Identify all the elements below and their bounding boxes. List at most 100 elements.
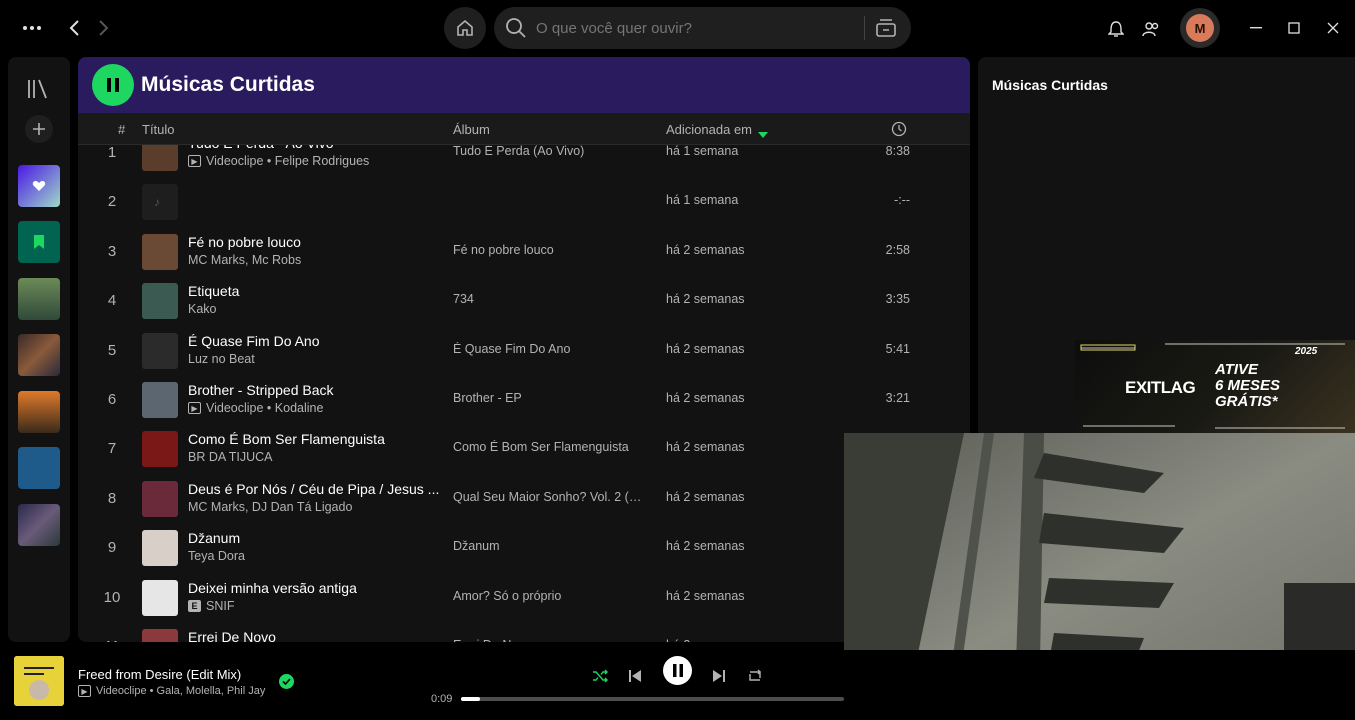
track-cover [142, 233, 178, 270]
playlist-cover-2[interactable] [18, 334, 60, 376]
track-number: 7 [107, 440, 117, 458]
track-artist[interactable]: E SNIF [188, 599, 234, 613]
column-added[interactable]: Adicionada em [666, 122, 752, 137]
track-row[interactable]: 3 Fé no pobre louco MC Marks, Mc Robs Fé no… [78, 227, 970, 276]
track-duration: 3:21 [885, 391, 910, 405]
track-added-date: há 2 semanas [666, 440, 745, 455]
track-album[interactable]: Amor? Só o próprio [453, 589, 649, 603]
browse-icon[interactable] [874, 16, 898, 40]
profile-button[interactable]: M [1180, 8, 1220, 48]
column-title[interactable]: Título [142, 122, 175, 137]
shuffle-icon[interactable] [584, 660, 616, 692]
track-row[interactable]: 5É Quase Fim Do Ano Luz no Beat É Quase Fi… [78, 326, 970, 375]
track-cover [142, 480, 178, 517]
library-icon[interactable] [26, 77, 50, 101]
track-number: 5 [107, 341, 117, 359]
home-button[interactable] [444, 7, 486, 49]
track-artist[interactable]: BR DA TIJUCA [188, 450, 273, 464]
liked-check-icon[interactable] [279, 674, 294, 689]
track-number: 4 [107, 292, 117, 310]
track-row[interactable]: 9 Džanum Teya Dora Džanum há 2 semanas [78, 523, 970, 572]
track-added-date: há 1 semana [666, 145, 739, 158]
track-artist-label: SNIF [206, 598, 235, 613]
forward-icon[interactable] [92, 16, 116, 40]
track-row[interactable]: 2 há 1 semana -:-- ♪ [78, 177, 970, 226]
track-cover [142, 579, 178, 616]
video-icon: ▶ [188, 155, 201, 167]
back-icon[interactable] [62, 16, 86, 40]
track-row[interactable]: 7 Como É Bom Ser Flamenguista BR DA TIJUCA… [78, 424, 970, 473]
track-cover [142, 382, 178, 418]
now-playing-artist[interactable]: ▶ Videoclipe • Gala, Molella, Phil Jay [78, 685, 265, 697]
sort-desc-icon[interactable] [758, 126, 768, 141]
track-number: 2 [107, 193, 117, 211]
track-cover [142, 145, 178, 171]
tracklist-header: # Título Álbum Adicionada em [78, 113, 970, 145]
track-artist[interactable]: MC Marks, Mc Robs [188, 253, 301, 267]
repeat-icon[interactable] [739, 660, 771, 692]
track-album[interactable]: Qual Seu Maior Sonho? Vol. 2 (Ao ... [453, 490, 649, 504]
notifications-icon[interactable] [1105, 18, 1127, 40]
ad-line-2: 6 MESES [1215, 377, 1281, 394]
track-album[interactable]: 734 [453, 292, 649, 306]
track-row[interactable]: 8 Deus é Por Nós / Céu de Pipa / Jesus ..… [78, 474, 970, 523]
progress-bar[interactable] [461, 697, 844, 701]
playlist-cover-4[interactable] [18, 447, 60, 489]
now-playing-title[interactable]: Freed from Desire (Edit Mix) [78, 667, 241, 682]
track-row[interactable]: 6 Brother - Stripped Back ▶ Videoclipe • Ko… [78, 375, 970, 424]
track-cover [142, 283, 178, 320]
previous-icon[interactable] [619, 660, 651, 692]
track-album[interactable]: Brother - EP [453, 391, 649, 405]
play-pause-button[interactable] [92, 64, 134, 106]
search-divider [864, 16, 865, 40]
search-icon [504, 16, 528, 40]
play-pause-control[interactable] [663, 656, 692, 685]
track-added-date: há 2 semanas [666, 638, 745, 642]
search-input[interactable] [536, 17, 856, 39]
track-added-date: há 2 semanas [666, 489, 745, 504]
track-row[interactable]: 11Errei De NovoErrei De Novohá 2 semanas [78, 622, 970, 642]
track-row[interactable]: 10 Deixei minha versão antiga E SNIF Amor? S… [78, 573, 970, 622]
track-added-date: há 1 semana [666, 193, 739, 208]
track-artist-label: MC Marks, DJ Dan Tá Ligado [188, 499, 353, 514]
video-icon: ▶ [188, 402, 201, 414]
track-cover [142, 629, 178, 642]
track-album[interactable]: Fé no pobre louco [453, 243, 649, 257]
more-options-icon[interactable] [18, 14, 46, 42]
track-artist[interactable]: Luz no Beat [188, 352, 255, 366]
now-playing-cover[interactable] [14, 656, 64, 706]
playlist-header: Músicas Curtidas [78, 57, 970, 113]
duration-clock-icon[interactable] [891, 121, 907, 140]
track-album[interactable]: Džanum [453, 539, 649, 553]
playlist-cover-1[interactable] [18, 278, 60, 320]
track-row[interactable]: 1Tudo É Perda - Ao Vivo▶Videoclipe • Fel… [78, 145, 970, 177]
track-album[interactable]: Errei De Novo [453, 638, 649, 642]
pause-icon [107, 78, 119, 92]
search-bar[interactable] [494, 7, 911, 49]
your-episodes-playlist[interactable] [18, 221, 60, 263]
track-album[interactable]: Como É Bom Ser Flamenguista [453, 440, 649, 454]
liked-songs-playlist[interactable] [18, 165, 60, 207]
playlist-cover-5[interactable] [18, 504, 60, 546]
library-sidebar [8, 57, 70, 642]
minimize-icon[interactable] [1246, 18, 1266, 38]
maximize-icon[interactable] [1284, 18, 1304, 38]
track-album[interactable]: É Quase Fim Do Ano [453, 342, 649, 356]
friends-activity-icon[interactable] [1140, 18, 1162, 40]
track-album[interactable]: Tudo É Perda (Ao Vivo) [453, 145, 649, 158]
track-artist[interactable]: MC Marks, DJ Dan Tá Ligado [188, 500, 352, 514]
track-artist[interactable]: Teya Dora [188, 549, 245, 563]
track-row[interactable]: 4 Etiqueta Kako 734 há 2 semanas 3:35 [78, 276, 970, 325]
track-artist[interactable]: Kako [188, 302, 217, 316]
close-icon[interactable] [1323, 18, 1343, 38]
exitlag-ad-banner[interactable]: 2025 EXITLAG ATIVE 6 MESES GRÁTIS* [1075, 340, 1355, 433]
column-album[interactable]: Álbum [453, 122, 490, 137]
track-artist[interactable]: ▶ Videoclipe • Felipe Rodrigues [188, 154, 369, 168]
playlist-cover-3[interactable] [18, 391, 60, 433]
next-icon[interactable] [703, 660, 735, 692]
create-playlist-icon[interactable] [25, 115, 53, 143]
progress-fill [461, 697, 481, 701]
track-artist[interactable]: ▶ Videoclipe • Kodaline [188, 401, 323, 415]
ad-line-1: ATIVE [1215, 361, 1259, 378]
track-number: 1 [107, 145, 117, 161]
